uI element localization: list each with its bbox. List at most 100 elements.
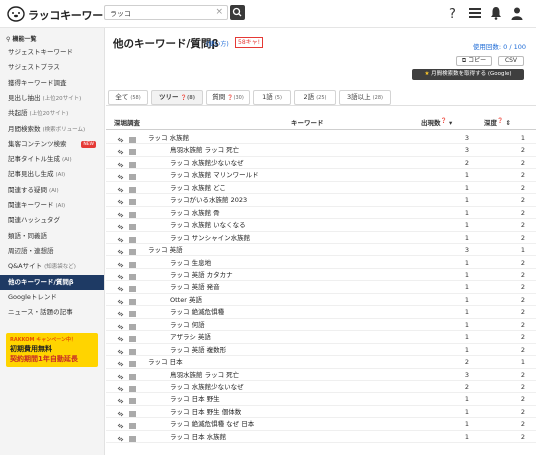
link-icon[interactable] xyxy=(117,222,124,230)
search-button[interactable] xyxy=(230,5,245,20)
keyword-cell[interactable]: ラッコ 水族館 いなくなる xyxy=(170,219,246,231)
menu-icon[interactable] xyxy=(129,322,136,330)
link-icon[interactable] xyxy=(117,396,124,404)
keyword-cell[interactable]: ラッコ 英語 発音 xyxy=(170,281,220,293)
tab-item[interactable]: 全て (58) xyxy=(108,90,148,105)
clear-icon[interactable]: × xyxy=(215,7,223,17)
menu-icon[interactable] xyxy=(129,272,136,280)
sidebar-item[interactable]: Googleトレンド xyxy=(0,290,104,305)
sidebar-item[interactable]: 月間検索数 (検索ボリューム) xyxy=(0,122,104,137)
link-icon[interactable] xyxy=(117,172,124,180)
sidebar-item[interactable]: 見出し抽出 (上位20サイト) xyxy=(0,91,104,106)
menu-icon[interactable] xyxy=(129,147,136,155)
sidebar-item[interactable]: 記事タイトル生成 (AI) xyxy=(0,152,104,167)
keyword-cell[interactable]: ラッコ 日本 水族館 xyxy=(170,431,226,443)
menu-icon[interactable] xyxy=(129,284,136,292)
sidebar-item[interactable]: サジェストプラス xyxy=(0,60,104,75)
menu-icon[interactable] xyxy=(129,260,136,267)
tab-item[interactable]: 質問 ❓(30) xyxy=(206,90,250,105)
usage-link[interactable]: (使い方) xyxy=(206,39,229,48)
link-icon[interactable] xyxy=(117,247,124,255)
link-icon[interactable] xyxy=(117,160,124,168)
menu-icon[interactable] xyxy=(129,185,136,193)
sidebar-item[interactable]: ニュース・話題の記事 xyxy=(0,305,104,320)
menu-icon[interactable] xyxy=(129,409,136,417)
link-icon[interactable] xyxy=(117,197,124,205)
tab-item[interactable]: 3語以上 (28) xyxy=(339,90,391,105)
link-icon[interactable] xyxy=(117,347,124,354)
link-icon[interactable] xyxy=(117,322,124,330)
keyword-cell[interactable]: ラッコ 水族館 どこ xyxy=(170,182,226,194)
link-icon[interactable] xyxy=(117,260,124,267)
keyword-cell[interactable]: ラッコ 絶滅危惧種 なぜ 日本 xyxy=(170,418,254,430)
menu-icon[interactable] xyxy=(129,347,136,355)
monthly-volume-button[interactable]: ★ 月間検索数を取得する (Google) xyxy=(412,69,524,80)
otter-logo-icon[interactable] xyxy=(6,5,26,22)
menu-icon[interactable] xyxy=(129,160,136,168)
keyword-cell[interactable]: 鳥羽水族館 ラッコ 死亡 xyxy=(170,144,239,156)
menu-icon[interactable] xyxy=(129,235,136,243)
link-icon[interactable] xyxy=(117,297,124,305)
menu-icon[interactable] xyxy=(129,434,136,442)
col-depth[interactable]: 深度❓ ⇕ xyxy=(484,117,511,127)
keyword-cell[interactable]: ラッコ 日本 野生 個体数 xyxy=(170,406,241,418)
menu-icon[interactable] xyxy=(129,197,136,205)
link-icon[interactable] xyxy=(117,409,124,417)
menu-icon[interactable] xyxy=(129,334,136,342)
link-icon[interactable] xyxy=(117,185,124,193)
menu-icon[interactable] xyxy=(129,421,136,429)
menu-icon[interactable] xyxy=(129,384,136,392)
link-icon[interactable] xyxy=(117,147,124,155)
link-icon[interactable] xyxy=(117,334,124,342)
usage-count[interactable]: 使用回数: 0 / 100 xyxy=(473,41,526,51)
menu-icon[interactable] xyxy=(129,396,136,404)
col-hits[interactable]: 出現数❓ ▾ xyxy=(421,117,452,127)
tab-item[interactable]: 1語 (5) xyxy=(253,90,291,105)
keyword-cell[interactable]: ラッコ 日本 野生 xyxy=(170,393,220,405)
sidebar-item[interactable]: 集客コンテンツ検索 NEW xyxy=(0,137,104,152)
user-icon[interactable] xyxy=(510,6,524,20)
menu-icon[interactable] xyxy=(129,210,136,218)
search-input[interactable]: ラッコ × xyxy=(104,5,228,20)
keyword-cell[interactable]: ラッコ 水族館少ないなぜ xyxy=(170,157,244,169)
sidebar-item[interactable]: 共起語 (上位20サイト) xyxy=(0,106,104,121)
menu-icon[interactable] xyxy=(129,247,136,255)
menu-icon[interactable] xyxy=(129,172,136,180)
keyword-cell[interactable]: ラッコ 水族館 マリンワールド xyxy=(170,169,259,181)
menu-icon[interactable] xyxy=(129,372,136,380)
keyword-cell[interactable]: ラッコがいる水族館 2023 xyxy=(170,194,247,206)
sidebar-item[interactable]: サジェストキーワード xyxy=(0,45,104,60)
keyword-cell[interactable]: Otter 英語 xyxy=(170,294,202,306)
keyword-cell[interactable]: ラッコ 絶滅危惧種 xyxy=(170,306,224,318)
tab-item[interactable]: ツリー ❓(8) xyxy=(151,90,203,105)
menu-icon[interactable] xyxy=(129,309,136,317)
sidebar-item[interactable]: 周辺語・連想語 xyxy=(0,244,104,259)
keyword-cell[interactable]: ラッコ 英語 カタカナ xyxy=(170,269,233,281)
sidebar-item[interactable]: 記事見出し生成 (AI) xyxy=(0,167,104,182)
link-icon[interactable] xyxy=(117,210,124,218)
menu-icon[interactable] xyxy=(129,222,136,230)
sidebar-item[interactable]: 関連ハッシュタグ xyxy=(0,213,104,228)
sidebar-item[interactable]: Q&Aサイト (知恵袋など) xyxy=(0,259,104,274)
sidebar-item[interactable]: 類語・同義語 xyxy=(0,229,104,244)
link-icon[interactable] xyxy=(117,284,124,292)
bell-icon[interactable] xyxy=(489,6,503,20)
link-icon[interactable] xyxy=(117,309,124,317)
sidebar-item[interactable]: 獲得キーワード調査 xyxy=(0,76,104,91)
keyword-cell[interactable]: ラッコ 英語 複数形 xyxy=(170,344,226,356)
keyword-cell[interactable]: ラッコ 何語 xyxy=(170,319,205,331)
keyword-cell[interactable]: 鳥羽水族館 ラッコ 死亡 xyxy=(170,369,239,381)
help-icon[interactable]: ? xyxy=(446,6,460,20)
link-icon[interactable] xyxy=(117,421,124,429)
keyword-cell[interactable]: ラッコ サンシャイン水族館 xyxy=(170,232,250,244)
csv-button[interactable]: CSV xyxy=(498,56,524,66)
link-icon[interactable] xyxy=(117,434,124,442)
sidebar-item[interactable]: 関連キーワード (AI) xyxy=(0,198,104,213)
copy-button[interactable]: ⧉ コピー xyxy=(456,56,492,66)
link-icon[interactable] xyxy=(117,359,124,367)
keyword-cell[interactable]: ラッコ 水族館 骨 xyxy=(170,207,220,219)
link-icon[interactable] xyxy=(117,235,124,242)
link-icon[interactable] xyxy=(117,272,124,280)
keyword-cell[interactable]: ラッコ 水族館 xyxy=(148,132,189,144)
keyword-cell[interactable]: ラッコ 生息地 xyxy=(170,257,211,269)
